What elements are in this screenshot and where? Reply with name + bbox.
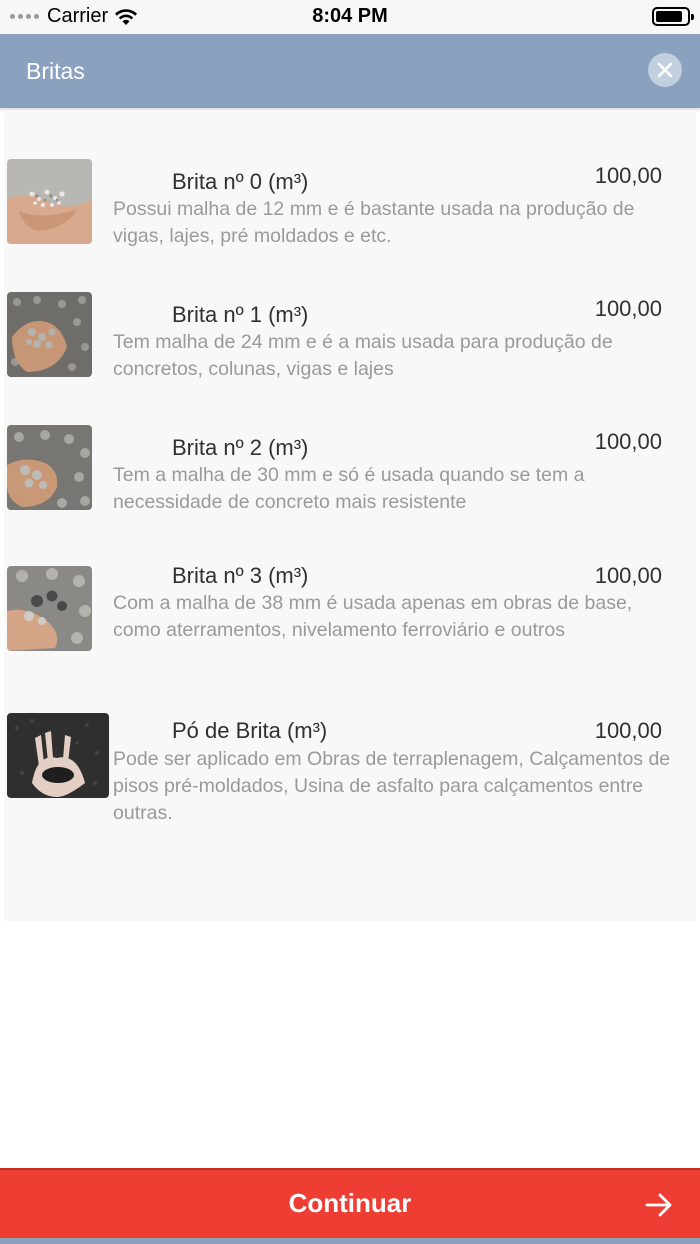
page-title: Britas (26, 58, 85, 84)
status-bar: Carrier 8:04 PM (0, 0, 700, 34)
product-name: Pó de Brita (m³) (172, 718, 328, 743)
product-price: 100,00 (594, 163, 662, 188)
product-image-brita-3 (7, 566, 92, 651)
close-button[interactable] (648, 53, 682, 87)
product-name: Brita nº 2 (m³) (172, 435, 309, 460)
product-price: 100,00 (594, 296, 662, 321)
product-name: Brita nº 1 (m³) (172, 302, 309, 327)
product-price: 100,00 (594, 718, 662, 743)
product-description: Pode ser aplicado em Obras de terraplena… (113, 748, 671, 824)
arrow-right-icon (645, 1193, 672, 1217)
list-item[interactable]: Pó de Brita (m³) 100,00 Pode ser aplicad… (4, 713, 696, 853)
continue-label: Continuar (288, 1188, 412, 1218)
continue-button[interactable]: Continuar (0, 1168, 700, 1238)
product-description: Tem malha de 24 mm e é a mais usada para… (113, 331, 613, 380)
product-name: Brita nº 3 (m³) (172, 563, 309, 588)
list-item[interactable]: Brita nº 3 (m³) 100,00 Com a malha de 38… (4, 563, 696, 706)
battery-icon (652, 7, 694, 26)
list-item[interactable]: Brita nº 0 (m³) 100,00 Possui malha de 1… (4, 159, 696, 289)
product-image-po-de-brita (7, 713, 109, 798)
product-description: Possui malha de 12 mm e é bastante usada… (113, 198, 635, 247)
product-description: Tem a malha de 30 mm e só é usada quando… (113, 464, 585, 513)
screen: Carrier 8:04 PM Britas Brita nº 0 (m³) 1… (0, 0, 700, 1244)
list-item[interactable]: Brita nº 1 (m³) 100,00 Tem malha de 24 m… (4, 292, 696, 422)
product-image-brita-2 (7, 425, 92, 510)
nav-header: Britas (0, 34, 700, 108)
product-image-brita-1 (7, 292, 92, 377)
product-price: 100,00 (594, 563, 662, 588)
status-time: 8:04 PM (312, 5, 388, 27)
product-price: 100,00 (594, 429, 662, 454)
product-image-brita-0 (7, 159, 92, 244)
product-name: Brita nº 0 (m³) (172, 169, 309, 194)
product-description: Com a malha de 38 mm é usada apenas em o… (113, 592, 633, 641)
product-list: Brita nº 0 (m³) 100,00 Possui malha de 1… (4, 110, 696, 921)
close-icon (657, 62, 673, 78)
bottom-strip (0, 1238, 700, 1244)
list-item[interactable]: Brita nº 2 (m³) 100,00 Tem a malha de 30… (4, 425, 696, 555)
